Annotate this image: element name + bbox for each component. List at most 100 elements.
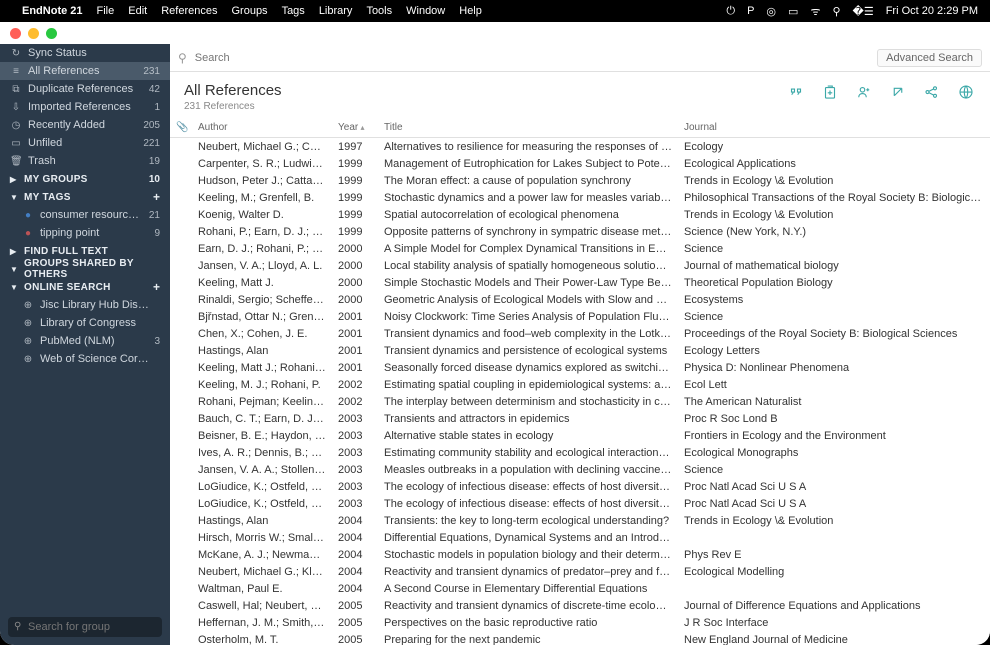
sidebar-online-source[interactable]: ⊕ PubMed (NLM) 3 (0, 332, 170, 350)
status-icon[interactable]: ⏻ (726, 5, 735, 18)
web-icon[interactable] (956, 82, 976, 102)
table-row[interactable]: Rohani, P.; Earn, D. J.; Grenfell,... 19… (170, 223, 990, 240)
table-row[interactable]: McKane, A. J.; Newman, T. J. 2004 Stocha… (170, 546, 990, 563)
export-icon[interactable] (888, 82, 908, 102)
search-input[interactable] (195, 52, 869, 64)
sidebar-online-source[interactable]: ⊕ Web of Science Core Collectio... (0, 350, 170, 368)
column-header-journal[interactable]: Journal (678, 118, 990, 138)
reference-table-wrap[interactable]: 📎 Author Year Title Journal Neubert, Mic… (170, 118, 990, 645)
menu-help[interactable]: Help (459, 5, 482, 17)
search-icon[interactable]: ⚲ (832, 5, 840, 18)
title-cell: Management of Eutrophication for Lakes S… (378, 155, 678, 172)
table-row[interactable]: Osterholm, M. T. 2005 Preparing for the … (170, 631, 990, 645)
table-row[interactable]: Neubert, Michael G.; Caswell,... 1997 Al… (170, 138, 990, 156)
maximize-window-button[interactable] (46, 28, 57, 39)
menu-groups[interactable]: Groups (231, 5, 267, 17)
table-row[interactable]: Keeling, M.; Grenfell, B. 1999 Stochasti… (170, 189, 990, 206)
author-cell: Ives, A. R.; Dennis, B.; Cottingh... (192, 444, 332, 461)
sidebar-icon: ◷ (10, 120, 22, 131)
table-row[interactable]: Rohani, Pejman; Keeling, Matth... 2002 T… (170, 393, 990, 410)
sidebar-item-imported-references[interactable]: ⇩ Imported References 1 (0, 98, 170, 116)
table-row[interactable]: Rinaldi, Sergio; Scheffer, Marten 2000 G… (170, 291, 990, 308)
column-header-author[interactable]: Author (192, 118, 332, 138)
battery-icon[interactable]: ▭ (788, 5, 798, 18)
column-header-clip[interactable]: 📎 (170, 118, 192, 138)
table-row[interactable]: LoGiudice, K.; Ostfeld, R. S.; Sc... 200… (170, 495, 990, 512)
share-icon[interactable] (922, 82, 942, 102)
menu-tags[interactable]: Tags (282, 5, 305, 17)
table-row[interactable]: Hastings, Alan 2001 Transient dynamics a… (170, 342, 990, 359)
copy-icon[interactable] (820, 82, 840, 102)
table-row[interactable]: Hirsch, Morris W.; Smale, Step... 2004 D… (170, 529, 990, 546)
clip-cell (170, 512, 192, 529)
table-row[interactable]: Keeling, Matt J.; Rohani, Pejma... 2001 … (170, 359, 990, 376)
sidebar-tag[interactable]: ● consumer resource model 21 (0, 206, 170, 224)
table-row[interactable]: Keeling, M. J.; Rohani, P. 2002 Estimati… (170, 376, 990, 393)
clock[interactable]: Fri Oct 20 2:29 PM (886, 5, 978, 17)
sidebar-search-input[interactable] (8, 617, 162, 637)
table-row[interactable]: Jansen, V. A. A.; Stollenwerk, N... 2003… (170, 461, 990, 478)
sidebar-header-my-tags[interactable]: ▼ MY TAGS + (0, 188, 170, 206)
sidebar-item-trash[interactable]: 🗑 Trash 19 (0, 152, 170, 170)
advanced-search-button[interactable]: Advanced Search (877, 49, 982, 67)
globe-icon: ⊕ (22, 300, 34, 311)
table-row[interactable]: Waltman, Paul E. 2004 A Second Course in… (170, 580, 990, 597)
wifi-icon[interactable]: ᯤ (810, 4, 820, 19)
table-row[interactable]: Hudson, Peter J.; Cattadori, Isa... 1999… (170, 172, 990, 189)
column-header-year[interactable]: Year (332, 118, 378, 138)
menu-library[interactable]: Library (319, 5, 353, 17)
table-row[interactable]: LoGiudice, K.; Ostfeld, R. S.; Sc... 200… (170, 478, 990, 495)
sidebar-item-unfiled[interactable]: ▭ Unfiled 221 (0, 134, 170, 152)
table-row[interactable]: Heffernan, J. M.; Smith, R. J.; ... 2005… (170, 614, 990, 631)
table-row[interactable]: Chen, X.; Cohen, J. E. 2001 Transient dy… (170, 325, 990, 342)
table-row[interactable]: Koenig, Walter D. 1999 Spatial autocorre… (170, 206, 990, 223)
menu-tools[interactable]: Tools (366, 5, 392, 17)
table-row[interactable]: Hastings, Alan 2004 Transients: the key … (170, 512, 990, 529)
menu-file[interactable]: File (97, 5, 115, 17)
clip-cell (170, 461, 192, 478)
table-row[interactable]: Bjřnstad, Ottar N.; Grenfell, Bry... 200… (170, 308, 990, 325)
table-row[interactable]: Neubert, Michael G.; Klanjscek,... 2004 … (170, 563, 990, 580)
sidebar-header-online-search[interactable]: ▼ ONLINE SEARCH + (0, 278, 170, 296)
sidebar-online-source[interactable]: ⊕ Jisc Library Hub Discover (0, 296, 170, 314)
quote-icon[interactable] (786, 82, 806, 102)
menu-references[interactable]: References (161, 5, 217, 17)
table-row[interactable]: Carpenter, S. R.; Ludwig, D.; Br... 1999… (170, 155, 990, 172)
year-cell: 2005 (332, 597, 378, 614)
table-row[interactable]: Keeling, Matt J. 2000 Simple Stochastic … (170, 274, 990, 291)
column-header-title[interactable]: Title (378, 118, 678, 138)
close-window-button[interactable] (10, 28, 21, 39)
author-cell: Neubert, Michael G.; Caswell,... (192, 138, 332, 156)
sidebar-item-recently-added[interactable]: ◷ Recently Added 205 (0, 116, 170, 134)
minimize-window-button[interactable] (28, 28, 39, 39)
sidebar-online-source[interactable]: ⊕ Library of Congress (0, 314, 170, 332)
sidebar-item-label: Recently Added (28, 119, 137, 131)
sidebar-tag[interactable]: ● tipping point 9 (0, 224, 170, 242)
control-center-icon[interactable]: �⁠☰ (853, 5, 874, 18)
table-row[interactable]: Jansen, V. A.; Lloyd, A. L. 2000 Local s… (170, 257, 990, 274)
menu-edit[interactable]: Edit (128, 5, 147, 17)
count-badge: 9 (154, 228, 160, 239)
sidebar-item-all-references[interactable]: ≡ All References 231 (0, 62, 170, 80)
add-person-icon[interactable] (854, 82, 874, 102)
sidebar-header-shared[interactable]: ▼ GROUPS SHARED BY OTHERS (0, 260, 170, 278)
journal-cell: Proc Natl Acad Sci U S A (678, 495, 990, 512)
table-row[interactable]: Beisner, B. E.; Haydon, D. T.; C... 2003… (170, 427, 990, 444)
count-badge: 221 (143, 138, 160, 149)
table-row[interactable]: Bauch, C. T.; Earn, D. J. D. 2003 Transi… (170, 410, 990, 427)
table-row[interactable]: Ives, A. R.; Dennis, B.; Cottingh... 200… (170, 444, 990, 461)
sidebar-item-duplicate-references[interactable]: ⧉ Duplicate References 42 (0, 80, 170, 98)
title-cell: The ecology of infectious disease: effec… (378, 495, 678, 512)
title-cell: Geometric Analysis of Ecological Models … (378, 291, 678, 308)
add-online-icon[interactable]: + (153, 280, 160, 294)
status-icon[interactable]: P (747, 5, 754, 17)
sidebar-item-sync-status[interactable]: ↻ Sync Status (0, 44, 170, 62)
sidebar-header-my-groups[interactable]: ▶ MY GROUPS 10 (0, 170, 170, 188)
menu-window[interactable]: Window (406, 5, 445, 17)
add-tag-icon[interactable]: + (153, 190, 160, 204)
table-row[interactable]: Earn, D. J.; Rohani, P.; Bolker, B... 20… (170, 240, 990, 257)
table-row[interactable]: Caswell, Hal; Neubert, Michael... 2005 R… (170, 597, 990, 614)
title-cell: Reactivity and transient dynamics of dis… (378, 597, 678, 614)
status-icon[interactable]: ◎ (766, 5, 776, 18)
app-name[interactable]: EndNote 21 (22, 5, 83, 17)
